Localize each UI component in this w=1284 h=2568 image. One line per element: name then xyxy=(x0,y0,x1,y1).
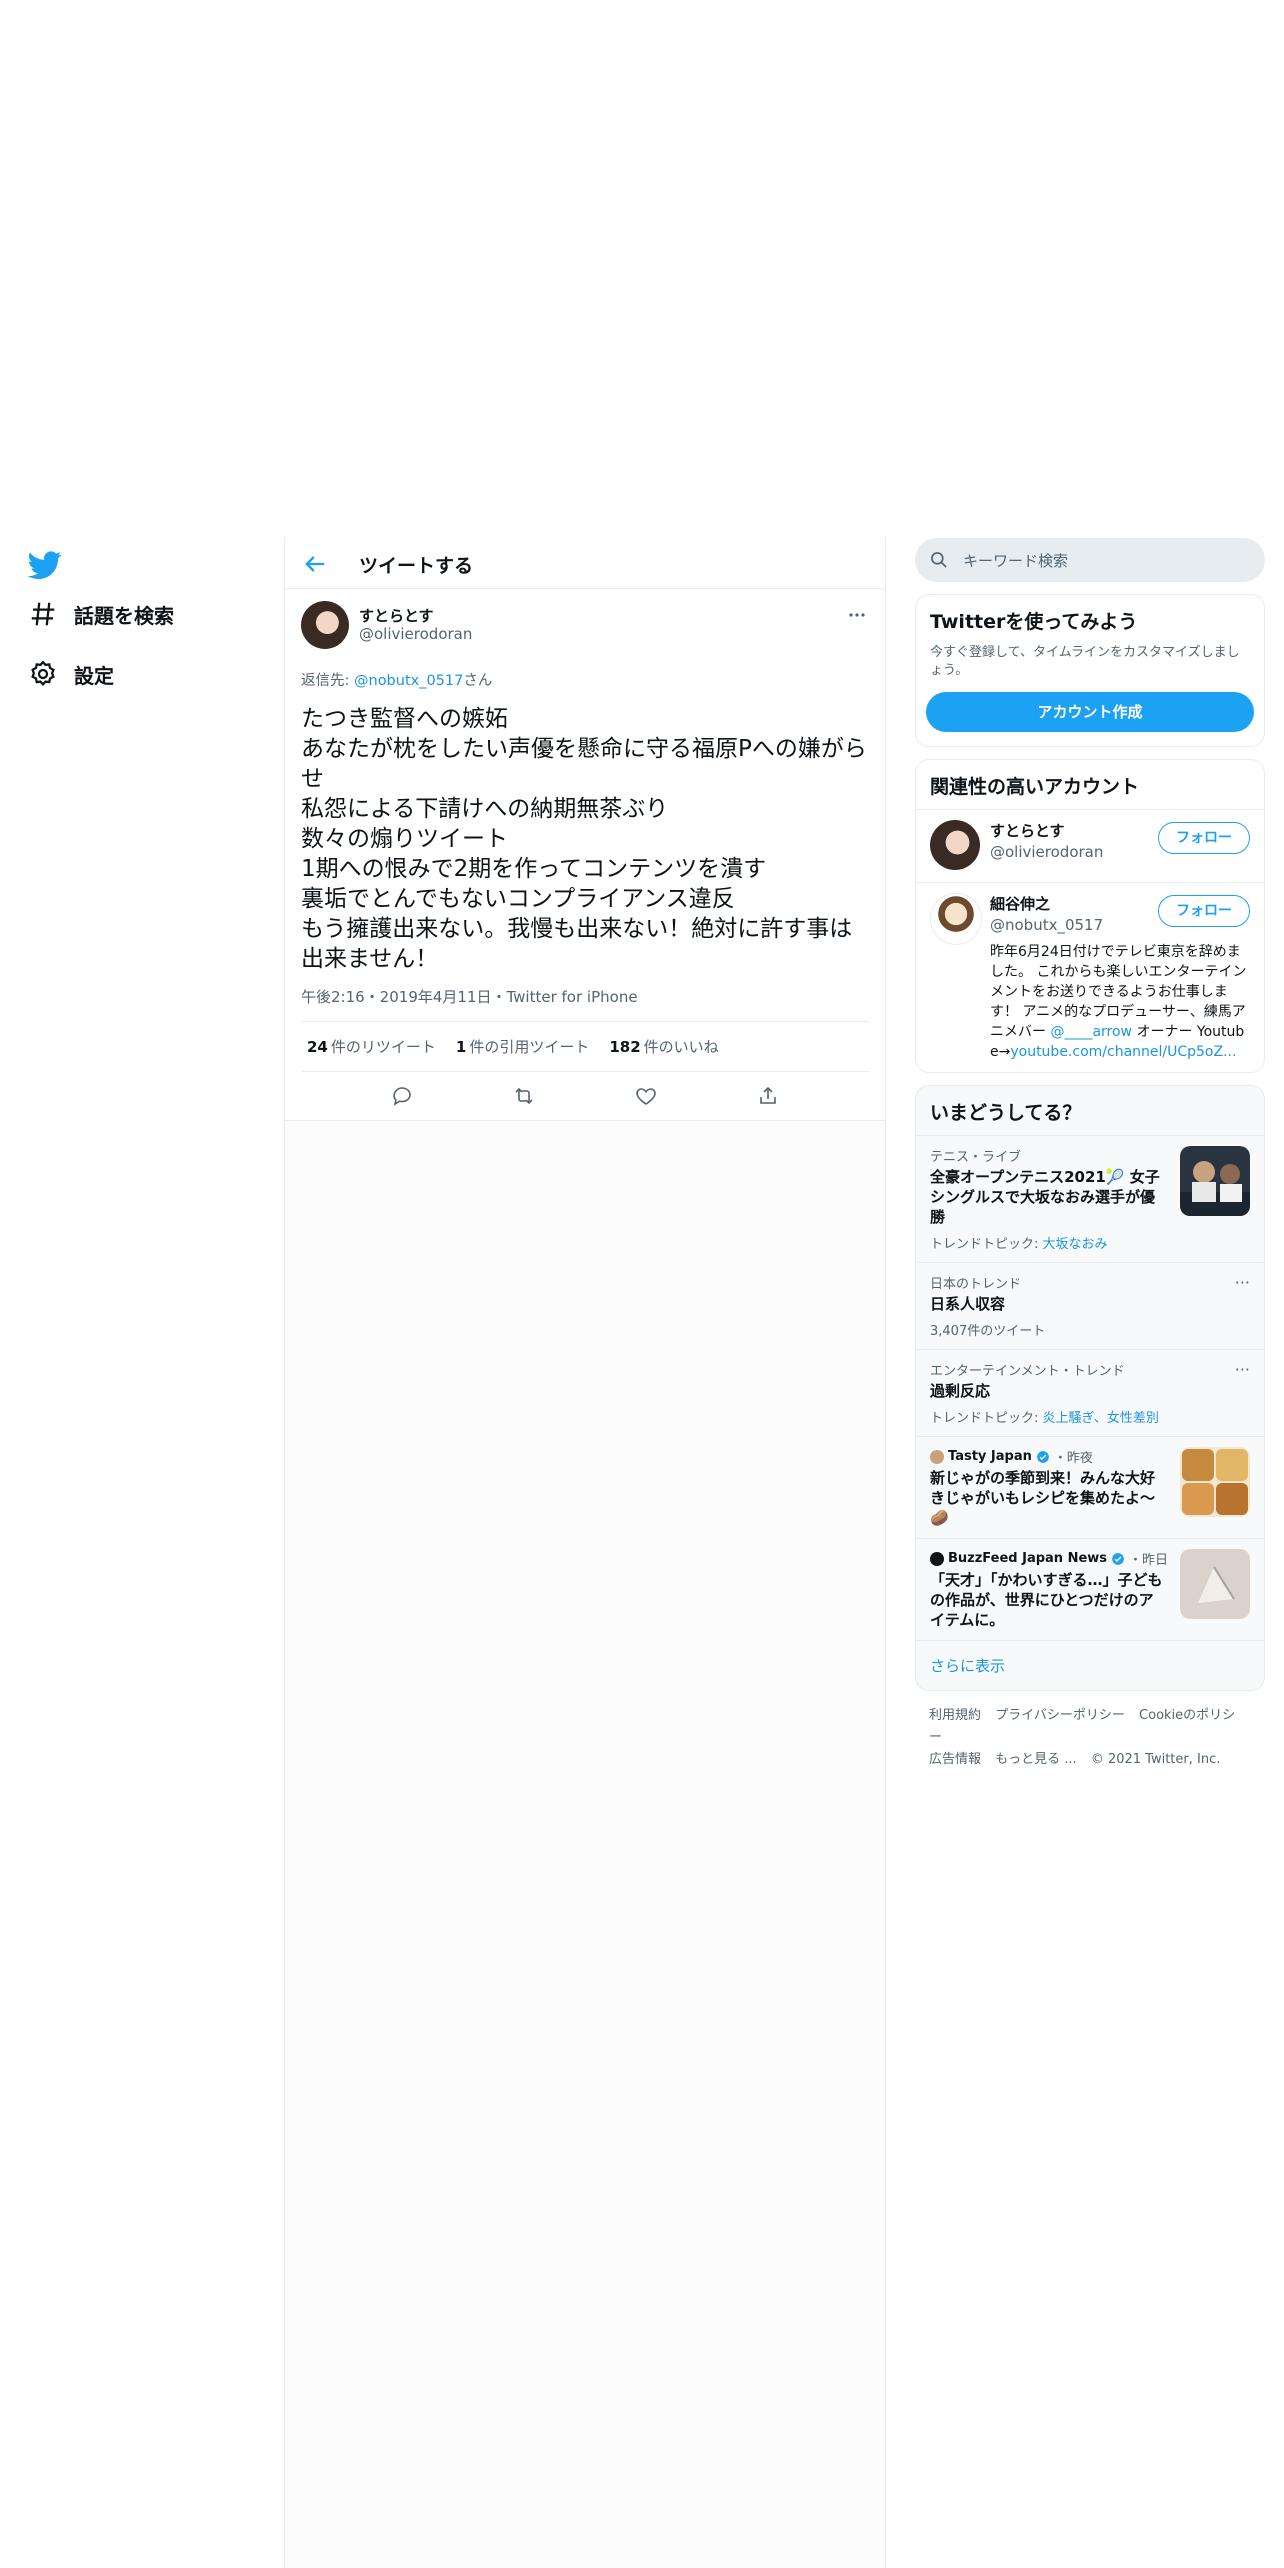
back-arrow-icon[interactable] xyxy=(301,550,329,578)
trend-category: テニス・ライブ xyxy=(930,1150,1022,1165)
trend-topic-prefix: トレンドトピック: xyxy=(930,1411,1043,1426)
trend-title: 日系人収容 xyxy=(930,1295,1006,1313)
avatar[interactable] xyxy=(930,820,980,870)
avatar[interactable] xyxy=(930,893,982,945)
hashtag-icon xyxy=(31,602,55,626)
tweet-header: ツイートする xyxy=(285,538,885,589)
account-item[interactable]: 細谷伸之 @nobutx_0517 フォロー 昨年6月24日付けでテレビ東京を辞… xyxy=(916,882,1264,1072)
tweet-actions xyxy=(301,1072,869,1120)
tweet-timestamp[interactable]: 午後2:16・2019年4月11日・Twitter for iPhone xyxy=(301,986,869,1022)
source-avatar-icon xyxy=(930,1551,944,1566)
footer-link-more[interactable]: もっと見る ... xyxy=(995,1752,1077,1767)
follow-button[interactable]: フォロー xyxy=(1158,822,1250,854)
search-input[interactable] xyxy=(961,538,1245,584)
trend-item[interactable]: BuzzFeed Japan News ・昨日 「天才」「かわいすぎる…」子ども… xyxy=(916,1538,1264,1640)
source-time: ・昨夜 xyxy=(1053,1451,1093,1466)
reply-icon[interactable] xyxy=(390,1084,414,1108)
quotes-count: 1 xyxy=(455,1038,467,1056)
trend-item[interactable]: 日本のトレンド 日系人収容 3,407件のツイート ··· xyxy=(916,1262,1264,1349)
author-handle[interactable]: @olivierodoran xyxy=(359,625,472,643)
reply-prefix: 返信先: xyxy=(301,673,354,689)
account-item[interactable]: すとらとす @olivierodoran フォロー xyxy=(916,809,1264,882)
right-sidebar: Twitterを使ってみよう 今すぐ登録して、タイムラインをカスタマイズしましょ… xyxy=(915,538,1265,1771)
quotes-label: 件の引用ツイート xyxy=(469,1038,590,1056)
avatar[interactable] xyxy=(301,601,349,649)
trends-panel: いまどうしてる？ テニス・ライブ 全豪オープンテニス2021🎾 女子シングルスで… xyxy=(915,1085,1265,1691)
tweet-detail: すとらとす @olivierodoran 返信先: @nobutx_0517さん… xyxy=(285,589,885,1121)
likes-stat[interactable]: 182 件のいいね xyxy=(609,1036,718,1057)
verified-badge-icon xyxy=(1112,1552,1124,1565)
trend-title: 新じゃがの季節到来！みんな大好きじゃがいもレシピを集めたよ〜🥔 xyxy=(930,1469,1156,1527)
footer-link-privacy[interactable]: プライバシーポリシー xyxy=(995,1708,1125,1723)
share-icon[interactable] xyxy=(756,1084,780,1108)
footer-copyright: © 2021 Twitter, Inc. xyxy=(1090,1752,1221,1767)
trend-topic: トレンドトピック: 大坂なおみ xyxy=(930,1233,1166,1252)
nav-explore[interactable]: 話題を検索 xyxy=(28,594,174,634)
trend-title: 過剰反応 xyxy=(930,1382,991,1400)
reply-mention-link[interactable]: @nobutx_0517 xyxy=(354,673,463,689)
tweet-text: たつき監督への嫉妬 あなたが枕をしたい声優を懸命に守る福原Pへの嫌がらせ 私怨に… xyxy=(301,706,867,972)
retweets-label: 件のリツイート xyxy=(330,1038,436,1056)
trend-more-icon[interactable]: ··· xyxy=(1235,1273,1250,1292)
source-name: BuzzFeed Japan News xyxy=(948,1551,1108,1566)
trend-thumbnail-image xyxy=(1180,1447,1250,1517)
account-bio: 昨年6月24日付けでテレビ東京を辞めました。 これからも楽しいエンターテインメン… xyxy=(990,942,1250,1062)
trend-topic-prefix: トレンドトピック: xyxy=(930,1237,1043,1252)
trend-topic-link[interactable]: 大坂なおみ xyxy=(1043,1237,1108,1252)
trend-category: エンターテインメント・トレンド xyxy=(930,1364,1125,1379)
follow-button[interactable]: フォロー xyxy=(1158,895,1250,927)
trend-title: 全豪オープンテニス2021🎾 女子シングルスで大坂なおみ選手が優勝 xyxy=(930,1168,1160,1226)
reply-suffix: さん xyxy=(463,673,493,689)
trend-topic-link[interactable]: 炎上騒ぎ、女性差別 xyxy=(1043,1411,1159,1426)
footer-links: 利用規約 プライバシーポリシー Cookieのポリシー 広告情報 もっと見る .… xyxy=(915,1705,1265,1771)
trend-title: 「天才」「かわいすぎる…」子どもの作品が、世界にひとつだけのアイテムに。 xyxy=(930,1571,1163,1629)
retweets-count: 24 xyxy=(307,1038,328,1056)
tweet-author: すとらとす @olivierodoran xyxy=(301,601,869,657)
trend-more-icon[interactable]: ··· xyxy=(1235,1360,1250,1379)
footer-link-ads[interactable]: 広告情報 xyxy=(929,1752,981,1767)
author-name[interactable]: すとらとす xyxy=(359,605,434,626)
bio-mention-link[interactable]: @____arrow xyxy=(1050,1024,1132,1040)
likes-count: 182 xyxy=(609,1038,641,1056)
signup-description: 今すぐ登録して、タイムラインをカスタマイズしましょう。 xyxy=(930,645,1240,678)
reply-to: 返信先: @nobutx_0517さん xyxy=(301,669,869,690)
trend-category: 日本のトレンド xyxy=(930,1277,1022,1292)
signup-panel: Twitterを使ってみよう 今すぐ登録して、タイムラインをカスタマイズしましょ… xyxy=(915,594,1265,747)
trend-item[interactable]: テニス・ライブ 全豪オープンテニス2021🎾 女子シングルスで大坂なおみ選手が優… xyxy=(916,1135,1264,1262)
page-title: ツイートする xyxy=(359,555,474,577)
nav-settings-label: 設定 xyxy=(74,663,114,688)
bio-url-link[interactable]: youtube.com/channel/UCp5oZ... xyxy=(1010,1044,1236,1060)
likes-label: 件のいいね xyxy=(643,1038,719,1056)
signup-title: Twitterを使ってみよう xyxy=(930,611,1138,633)
quotes-stat[interactable]: 1 件の引用ツイート xyxy=(456,1036,589,1057)
related-accounts-title: 関連性の高いアカウント xyxy=(930,776,1140,798)
retweet-icon[interactable] xyxy=(512,1084,536,1108)
source-avatar-icon xyxy=(930,1449,944,1464)
source-name: Tasty Japan xyxy=(948,1449,1032,1464)
trend-thumbnail-image xyxy=(1180,1549,1250,1619)
search-box xyxy=(915,538,1265,584)
like-heart-icon[interactable] xyxy=(634,1084,658,1108)
footer-link-terms[interactable]: 利用規約 xyxy=(929,1708,981,1723)
search-icon xyxy=(931,552,947,568)
nav-settings[interactable]: 設定 xyxy=(28,654,114,694)
trend-tweet-count: 3,407件のツイート xyxy=(930,1324,1046,1339)
gear-icon xyxy=(31,660,55,687)
twitter-logo-icon[interactable] xyxy=(28,548,62,582)
main-column: ツイートする すとらとす @olivierodoran 返信先: @nobutx… xyxy=(284,538,886,2568)
show-more-link[interactable]: さらに表示 xyxy=(916,1640,1264,1690)
tweet-stats: 24 件のリツイート 1 件の引用ツイート 182 件のいいね xyxy=(301,1022,869,1072)
trend-item[interactable]: Tasty Japan ・昨夜 新じゃがの季節到来！みんな大好きじゃがいもレシピ… xyxy=(916,1436,1264,1538)
nav-explore-label: 話題を検索 xyxy=(74,603,174,628)
related-accounts-panel: 関連性の高いアカウント すとらとす @olivierodoran フォロー 細谷… xyxy=(915,759,1265,1073)
verified-badge-icon xyxy=(1037,1450,1049,1463)
trend-thumbnail-image xyxy=(1180,1146,1250,1216)
trends-title: いまどうしてる？ xyxy=(930,1102,1082,1124)
trend-topic: トレンドトピック: 炎上騒ぎ、女性差別 xyxy=(930,1407,1250,1426)
source-time: ・昨日 xyxy=(1129,1553,1169,1568)
create-account-button[interactable]: アカウント作成 xyxy=(926,692,1254,732)
more-options-icon[interactable] xyxy=(845,603,869,627)
retweets-stat[interactable]: 24 件のリツイート xyxy=(307,1036,436,1057)
trend-item[interactable]: エンターテインメント・トレンド 過剰反応 トレンドトピック: 炎上騒ぎ、女性差別… xyxy=(916,1349,1264,1436)
